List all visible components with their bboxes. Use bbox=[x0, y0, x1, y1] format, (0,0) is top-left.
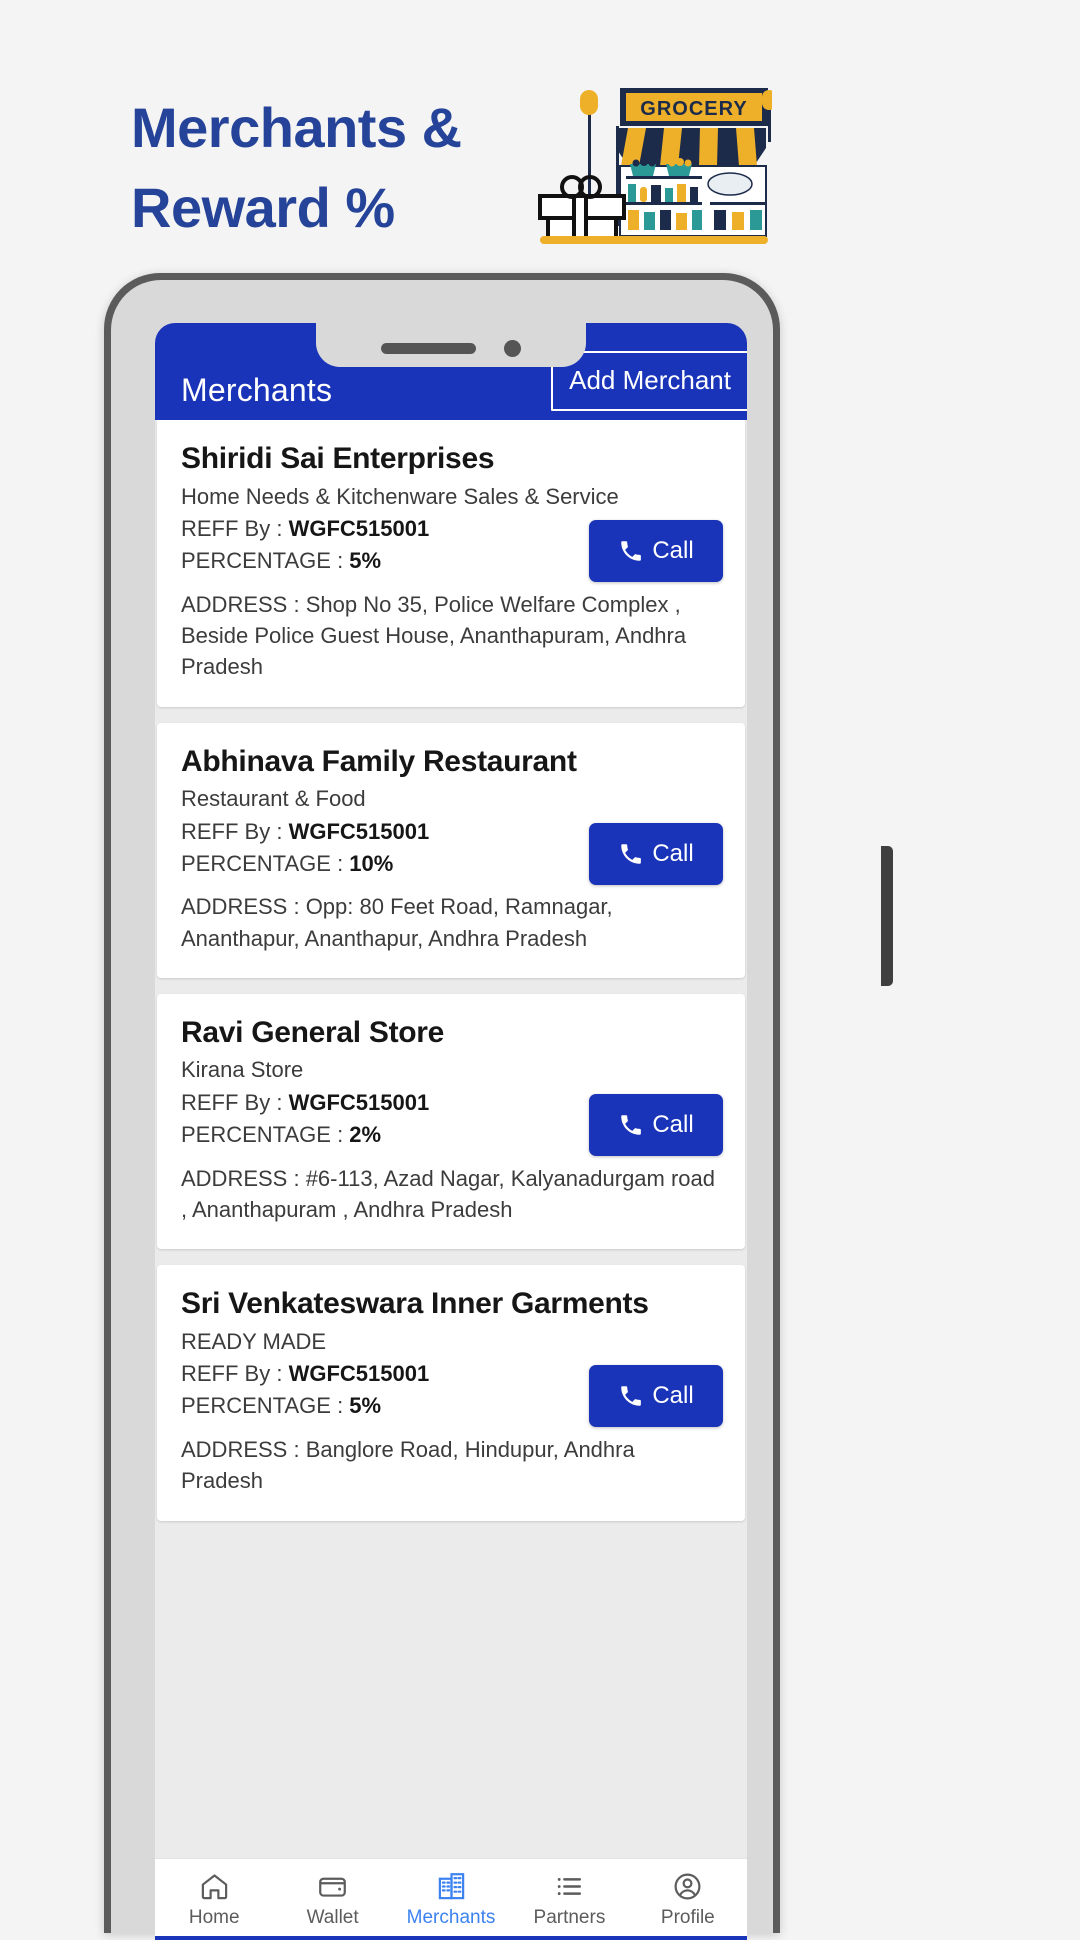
merchant-reff-value: WGFC515001 bbox=[288, 516, 430, 542]
app-bar-title: Merchants bbox=[181, 372, 333, 408]
building-icon bbox=[438, 1872, 464, 1899]
merchant-card[interactable]: Abhinava Family Restaurant Restaurant & … bbox=[157, 722, 745, 978]
merchant-reff-value: WGFC515001 bbox=[288, 1090, 430, 1116]
nav-item-wallet-label: Wallet bbox=[306, 1906, 359, 1928]
bottom-navigation: Home Wallet Merchants Partners Profile bbox=[155, 1858, 747, 1940]
merchant-percentage-label: PERCENTAGE : bbox=[181, 547, 350, 573]
merchant-percentage-value: 5% bbox=[349, 1393, 382, 1419]
phone-icon bbox=[621, 541, 642, 561]
list-icon bbox=[557, 1877, 581, 1895]
merchant-percentage-label: PERCENTAGE : bbox=[181, 1393, 350, 1419]
call-button[interactable]: Call bbox=[589, 520, 723, 582]
call-button[interactable]: Call bbox=[589, 1093, 723, 1156]
phone-power-button[interactable] bbox=[881, 846, 893, 986]
phone-icon bbox=[621, 1386, 642, 1407]
merchant-category: READY MADE bbox=[181, 1328, 327, 1354]
account-icon bbox=[674, 1873, 701, 1899]
front-camera-icon bbox=[504, 339, 521, 357]
grocery-store-gift-illustration: GROCERY bbox=[524, 84, 776, 246]
merchant-reff-label: REFF By : bbox=[181, 818, 289, 844]
merchant-reff-label: REFF By : bbox=[181, 516, 289, 542]
merchant-reff-value: WGFC515001 bbox=[288, 818, 430, 844]
call-button[interactable]: Call bbox=[589, 822, 723, 885]
merchant-category: Kirana Store bbox=[181, 1057, 304, 1083]
merchant-category: Home Needs & Kitchenware Sales & Service bbox=[181, 483, 619, 509]
phone-icon bbox=[621, 1115, 642, 1135]
merchant-card[interactable]: Shiridi Sai Enterprises Home Needs & Kit… bbox=[157, 420, 745, 707]
merchant-name: Abhinava Family Restaurant bbox=[181, 744, 577, 778]
speaker-grill-icon bbox=[381, 342, 476, 354]
merchant-card[interactable]: Sri Venkateswara Inner Garments READY MA… bbox=[157, 1265, 745, 1521]
merchant-reff-label: REFF By : bbox=[181, 1090, 289, 1116]
nav-item-merchants-label: Merchants bbox=[406, 1906, 496, 1928]
merchant-percentage-label: PERCENTAGE : bbox=[181, 850, 350, 876]
nav-item-profile-label: Profile bbox=[660, 1906, 715, 1928]
call-button-label: Call bbox=[652, 537, 694, 564]
nav-item-home-label: Home bbox=[188, 1906, 240, 1928]
merchant-list[interactable]: Shiridi Sai Enterprises Home Needs & Kit… bbox=[155, 420, 747, 1858]
page-title: Merchants & Reward % bbox=[131, 88, 551, 247]
merchant-percentage-value: 2% bbox=[349, 1121, 382, 1147]
call-button-label: Call bbox=[652, 839, 694, 867]
system-home-indicator bbox=[155, 1936, 747, 1940]
merchant-address: ADDRESS : Opp: 80 Feet Road, Ramnagar, A… bbox=[181, 894, 613, 951]
nav-item-partners-label: Partners bbox=[533, 1906, 606, 1928]
phone-notch bbox=[316, 323, 586, 367]
promo-header: Merchants & Reward % GROCERY bbox=[0, 0, 1080, 275]
merchant-reff-label: REFF By : bbox=[181, 1361, 289, 1387]
merchant-percentage-label: PERCENTAGE : bbox=[181, 1121, 350, 1147]
phone-frame: Merchants Add Merchant Shiridi Sai Enter… bbox=[111, 280, 773, 1940]
call-button-label: Call bbox=[652, 1110, 694, 1138]
merchant-card[interactable]: Ravi General Store Kirana Store REFF By … bbox=[157, 993, 745, 1250]
phone-icon bbox=[621, 843, 642, 864]
home-icon bbox=[201, 1873, 227, 1899]
merchant-percentage-value: 10% bbox=[349, 850, 394, 876]
merchant-percentage-value: 5% bbox=[349, 547, 382, 573]
svg-text:GROCERY: GROCERY bbox=[640, 98, 747, 120]
phone-screen: Merchants Add Merchant Shiridi Sai Enter… bbox=[155, 323, 747, 1940]
merchant-reff-value: WGFC515001 bbox=[288, 1361, 430, 1387]
merchant-category: Restaurant & Food bbox=[181, 786, 366, 812]
merchant-address: ADDRESS : Shop No 35, Police Welfare Com… bbox=[181, 591, 687, 680]
wallet-icon bbox=[319, 1877, 346, 1897]
call-button[interactable]: Call bbox=[589, 1365, 723, 1428]
add-merchant-button[interactable]: Add Merchant bbox=[551, 351, 747, 411]
call-button-label: Call bbox=[652, 1382, 694, 1410]
merchant-name: Sri Venkateswara Inner Garments bbox=[181, 1287, 649, 1321]
merchant-name: Ravi General Store bbox=[181, 1015, 445, 1049]
page-title-line-2: Reward % bbox=[131, 175, 395, 239]
page-title-line-1: Merchants & bbox=[131, 96, 462, 159]
merchant-name: Shiridi Sai Enterprises bbox=[181, 442, 495, 475]
merchant-address: ADDRESS : Banglore Road, Hindupur, Andhr… bbox=[181, 1437, 635, 1494]
merchant-address: ADDRESS : #6-113, Azad Nagar, Kalyanadur… bbox=[181, 1165, 716, 1223]
phone-mockup: Merchants Add Merchant Shiridi Sai Enter… bbox=[104, 273, 893, 1940]
